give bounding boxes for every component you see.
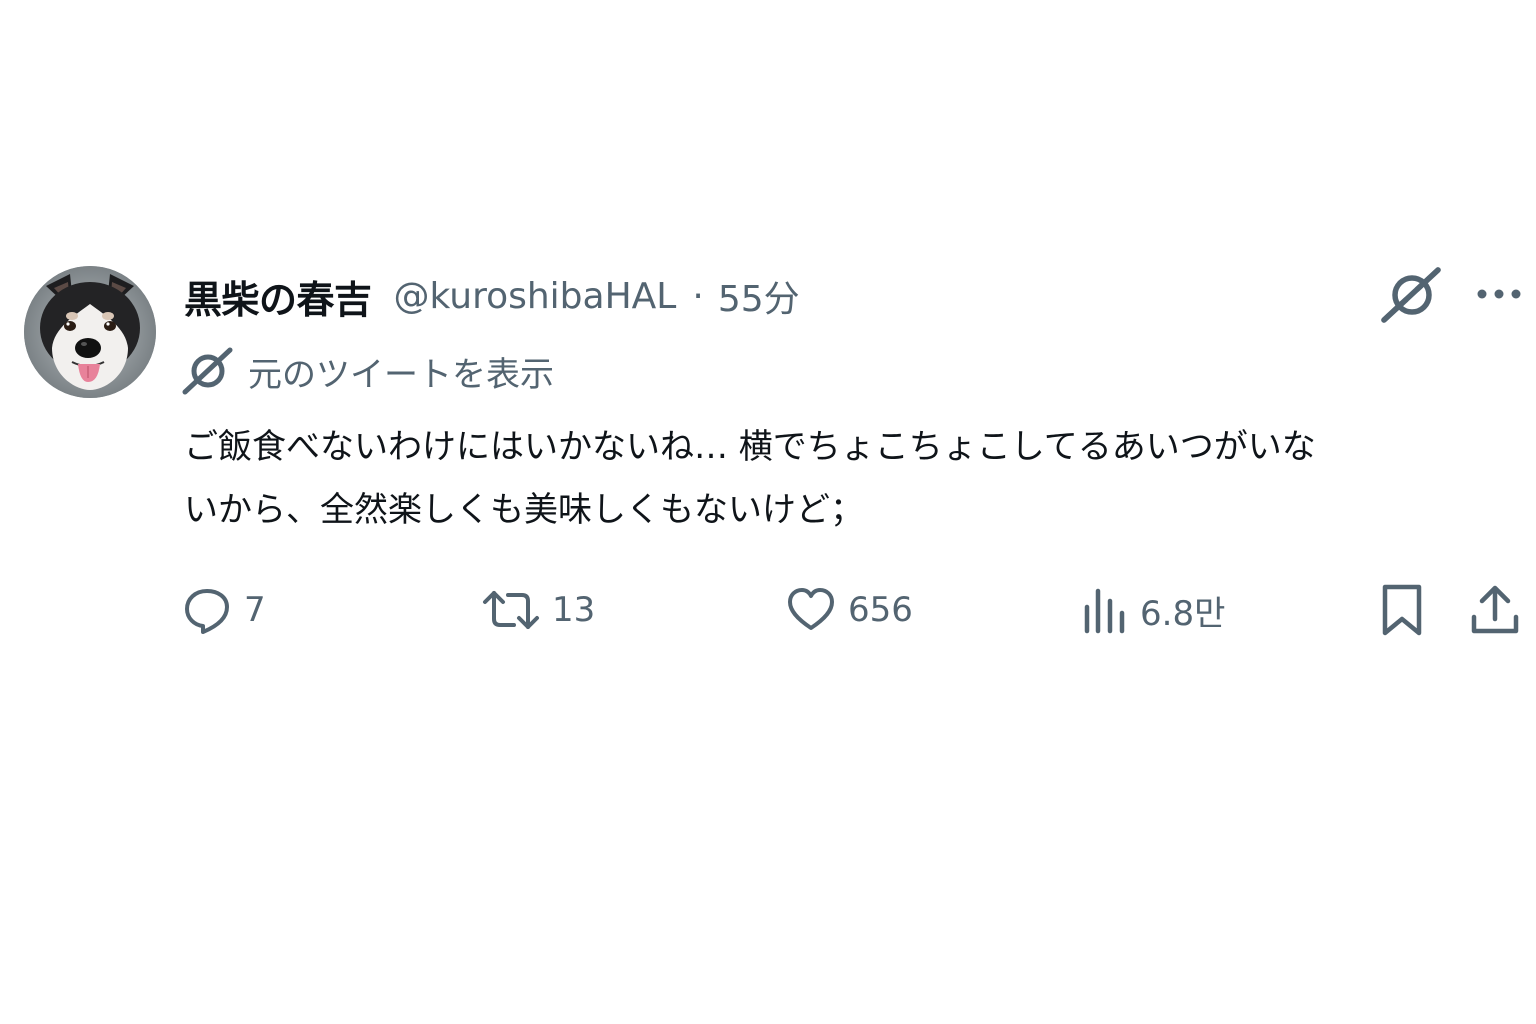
share-icon [1471, 585, 1519, 634]
reply-count: 7 [244, 590, 266, 630]
retweet-button[interactable]: 13 [482, 578, 595, 642]
grok-button[interactable] [1380, 266, 1444, 324]
views-count: 6.8만 [1140, 593, 1226, 634]
display-name[interactable]: 黒柴の春吉 [184, 269, 372, 324]
reply-button[interactable]: 7 [182, 578, 266, 642]
separator-dot: · [692, 275, 704, 317]
shiba-dog-photo [24, 266, 156, 398]
timestamp[interactable]: 55分 [718, 270, 800, 322]
bookmark-icon [1382, 584, 1422, 636]
heart-icon [788, 588, 834, 630]
more-dots-icon [1477, 289, 1521, 299]
view-original-tweet-link[interactable]: 元のツイートを表示 [182, 346, 554, 396]
like-button[interactable]: 656 [786, 578, 913, 642]
tweet-card: 黒柴の春吉 @kuroshibaHAL · 55分 元のツイートを表示 ご飯食べ… [0, 0, 1536, 1024]
grok-icon [182, 347, 233, 395]
user-handle[interactable]: @kuroshibaHAL [394, 276, 677, 317]
bookmark-button[interactable] [1380, 578, 1424, 642]
reply-icon [185, 589, 229, 634]
retweet-count: 13 [552, 590, 596, 630]
like-count: 656 [848, 590, 913, 630]
tweet-text: ご飯食べないわけにはいかないね… 横でちょこちょこしてるあいつがいな いから、全… [184, 427, 1316, 530]
retweet-icon [483, 591, 539, 629]
share-button[interactable] [1470, 578, 1520, 642]
more-button[interactable] [1474, 276, 1524, 312]
tweet-header: 黒柴の春吉 @kuroshibaHAL · 55分 [184, 268, 800, 324]
grok-icon [1381, 267, 1441, 323]
view-original-tweet-label: 元のツイートを表示 [248, 354, 554, 395]
action-bar: 7 13 656 6.8만 [0, 578, 1536, 642]
views-button[interactable]: 6.8만 [1082, 578, 1225, 642]
avatar[interactable] [24, 266, 156, 398]
views-chart-icon [1084, 588, 1125, 634]
